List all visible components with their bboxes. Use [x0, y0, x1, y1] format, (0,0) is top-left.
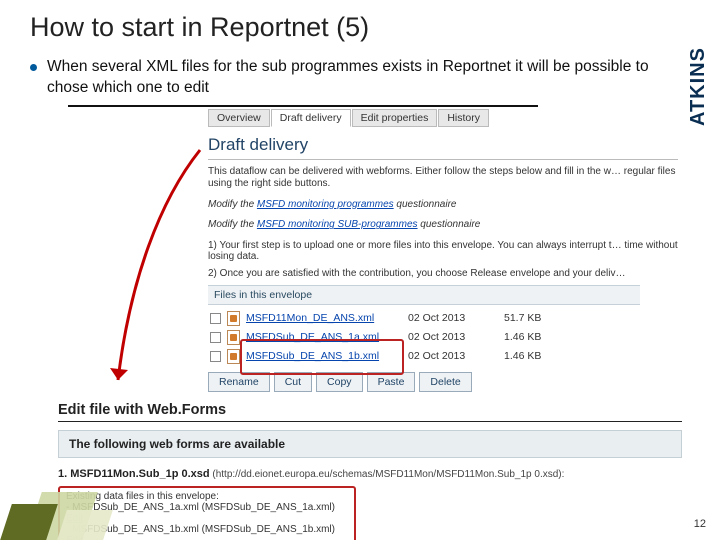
file-row: MSFD11Mon_DE_ANS.xml 02 Oct 2013 51.7 KB — [208, 309, 688, 328]
text: questionnaire — [418, 219, 481, 230]
page-number: 12 — [694, 518, 706, 530]
forms-available-bar: The following web forms are available — [58, 430, 682, 458]
file-size: 1.46 KB — [504, 350, 556, 362]
text: questionnaire — [394, 199, 457, 210]
divider — [68, 105, 538, 107]
xml-file-icon — [227, 311, 240, 326]
intro-text: This dataflow can be delivered with webf… — [208, 166, 688, 191]
rename-button[interactable]: Rename — [208, 372, 270, 392]
modify-line-2: Modify the MSFD monitoring SUB-programme… — [208, 219, 688, 232]
atkins-logo: ATKINS — [684, 8, 710, 128]
modify-line-1: Modify the MSFD monitoring programmes qu… — [208, 199, 688, 212]
file-row: MSFDSub_DE_ANS_1a.xml 02 Oct 2013 1.46 K… — [208, 328, 688, 347]
bullet-item: When several XML files for the sub progr… — [30, 57, 690, 99]
file-size: 51.7 KB — [504, 312, 556, 324]
annotation-arrow — [100, 140, 210, 400]
step-2: 2) Once you are satisfied with the contr… — [208, 268, 688, 279]
form-label: 1. MSFD11Mon.Sub_1p 0.xsd — [58, 468, 210, 480]
file-name[interactable]: MSFDSub_DE_ANS_1b.xml — [246, 350, 402, 362]
step-1: 1) Your first step is to upload one or m… — [208, 240, 688, 262]
form-entry: 1. MSFD11Mon.Sub_1p 0.xsd (http://dd.eio… — [58, 468, 682, 480]
file-action-buttons: Rename Cut Copy Paste Delete — [208, 372, 688, 392]
text: Modify the — [208, 199, 257, 210]
checkbox[interactable] — [210, 332, 221, 343]
file-date: 02 Oct 2013 — [408, 312, 498, 324]
file-date: 02 Oct 2013 — [408, 350, 498, 362]
file-name[interactable]: MSFDSub_DE_ANS_1a.xml — [246, 331, 402, 343]
xml-file-icon — [227, 330, 240, 345]
reportnet-screenshot: Overview Draft delivery Edit properties … — [208, 109, 688, 392]
heading-underline — [208, 159, 678, 160]
bullet-text: When several XML files for the sub progr… — [47, 57, 690, 99]
webforms-section: Edit file with Web.Forms The following w… — [58, 402, 682, 540]
xml-file-icon — [227, 349, 240, 364]
file-size: 1.46 KB — [504, 331, 556, 343]
file-name[interactable]: MSFD11Mon_DE_ANS.xml — [246, 312, 402, 324]
tab-history[interactable]: History — [438, 109, 489, 127]
text: Modify the — [208, 219, 257, 230]
files-header: Files in this envelope — [208, 285, 640, 305]
checkbox[interactable] — [210, 351, 221, 362]
section-heading: Draft delivery — [208, 135, 688, 155]
tab-draft-delivery[interactable]: Draft delivery — [271, 109, 351, 127]
tabs: Overview Draft delivery Edit properties … — [208, 109, 688, 127]
divider — [58, 421, 682, 422]
copy-button[interactable]: Copy — [316, 372, 363, 392]
form-url: (http://dd.eionet.europa.eu/schemas/MSFD… — [210, 469, 565, 480]
file-date: 02 Oct 2013 — [408, 331, 498, 343]
checkbox[interactable] — [210, 313, 221, 324]
tab-overview[interactable]: Overview — [208, 109, 270, 127]
bullet-dot — [30, 64, 37, 71]
link-msfd-sub-programmes[interactable]: MSFD monitoring SUB-programmes — [257, 219, 418, 230]
file-list: MSFD11Mon_DE_ANS.xml 02 Oct 2013 51.7 KB… — [208, 309, 688, 366]
slide-title: How to start in Reportnet (5) — [30, 12, 690, 43]
decorative-shapes — [0, 480, 120, 540]
tab-edit-properties[interactable]: Edit properties — [352, 109, 438, 127]
paste-button[interactable]: Paste — [367, 372, 416, 392]
svg-text:ATKINS: ATKINS — [687, 47, 709, 126]
webforms-title: Edit file with Web.Forms — [58, 402, 682, 418]
delete-button[interactable]: Delete — [419, 372, 471, 392]
cut-button[interactable]: Cut — [274, 372, 312, 392]
link-msfd-programmes[interactable]: MSFD monitoring programmes — [257, 199, 394, 210]
file-row: MSFDSub_DE_ANS_1b.xml 02 Oct 2013 1.46 K… — [208, 347, 688, 366]
